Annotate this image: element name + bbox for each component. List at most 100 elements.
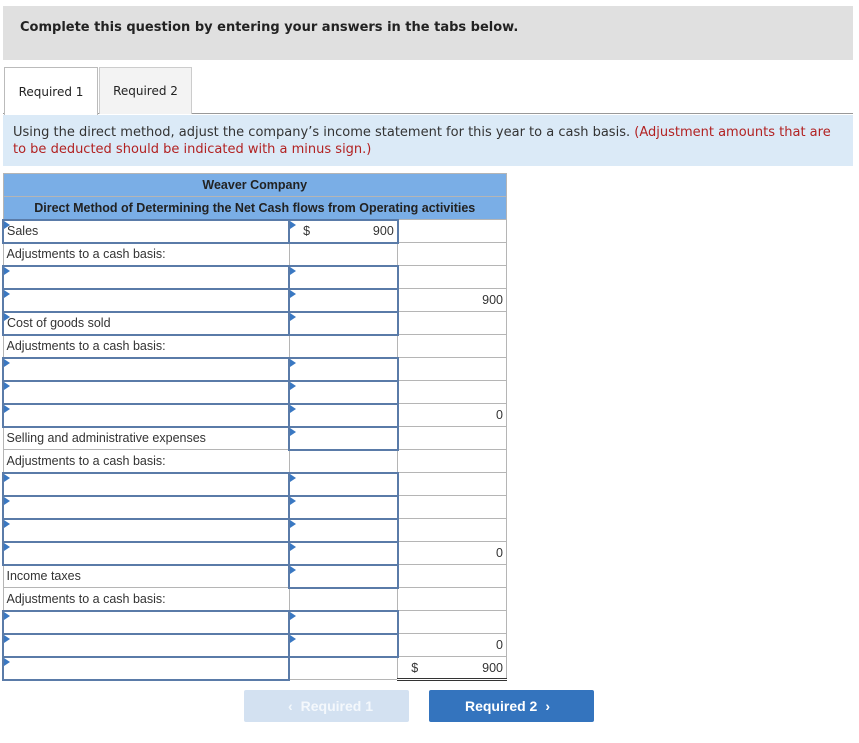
cogs-amount-field[interactable]	[288, 310, 399, 336]
adjustment-label-field[interactable]	[1, 540, 291, 566]
sales-label-field[interactable]: Sales	[1, 218, 291, 244]
dropdown-indicator-icon	[290, 611, 297, 620]
table-row	[1, 517, 507, 543]
adjustment-amount-field[interactable]	[288, 632, 399, 658]
dropdown-indicator-icon	[290, 312, 297, 321]
question-instructions: Using the direct method, adjust the comp…	[3, 115, 853, 166]
statement-title: Direct Method of Determining the Net Cas…	[2, 196, 507, 220]
adjustment-amount-field[interactable]	[288, 609, 399, 635]
taxes-label: Income taxes	[2, 564, 290, 588]
adjustment-label-field[interactable]	[1, 609, 291, 635]
dropdown-indicator-icon	[4, 657, 10, 666]
dropdown-indicator-icon	[4, 289, 10, 298]
net-cash-total: $900	[397, 656, 507, 681]
sga-subtotal: 0	[397, 541, 507, 565]
adjustment-amount-field[interactable]	[288, 287, 399, 313]
table-row: Income taxes	[2, 563, 507, 589]
instructions-main: Using the direct method, adjust the comp…	[13, 125, 631, 140]
sga-label: Selling and administrative expenses	[2, 426, 290, 450]
dropdown-indicator-icon	[290, 266, 297, 275]
next-required-button[interactable]: Required 2 ›	[429, 690, 594, 722]
table-row: Sales $900	[1, 218, 507, 244]
table-row: Selling and administrative expenses	[2, 425, 507, 451]
chevron-left-icon: ‹	[287, 698, 293, 714]
dropdown-indicator-icon	[290, 496, 297, 505]
table-row: Adjustments to a cash basis:	[2, 449, 507, 473]
table-row	[1, 494, 507, 520]
dropdown-indicator-icon	[4, 266, 10, 275]
tab-required-2[interactable]: Required 2	[99, 67, 192, 114]
adjustments-label: Adjustments to a cash basis:	[2, 587, 290, 611]
table-row: Adjustments to a cash basis:	[2, 242, 507, 266]
dropdown-indicator-icon	[290, 220, 297, 229]
adjustment-label-field[interactable]	[1, 517, 291, 543]
dropdown-indicator-icon	[4, 496, 10, 505]
prev-required-button[interactable]: ‹ Required 1	[244, 690, 409, 722]
dropdown-indicator-icon	[290, 634, 297, 643]
adjustment-label-field[interactable]	[1, 402, 291, 428]
dropdown-indicator-icon	[4, 312, 10, 321]
dropdown-indicator-icon	[290, 404, 297, 413]
adjustment-amount-field[interactable]	[288, 264, 399, 290]
instructions-banner: Complete this question by entering your …	[3, 6, 853, 60]
adjustment-label-field[interactable]	[1, 379, 291, 405]
adjustment-amount-field[interactable]	[288, 540, 399, 566]
dropdown-indicator-icon	[4, 473, 10, 482]
adjustment-label-field[interactable]	[1, 494, 291, 520]
dropdown-indicator-icon	[290, 381, 297, 390]
dropdown-indicator-icon	[4, 220, 10, 229]
adjustment-amount-field[interactable]	[288, 402, 399, 428]
adjustment-amount-field[interactable]	[288, 517, 399, 543]
table-row: 0	[1, 540, 507, 566]
adjustment-amount-field[interactable]	[288, 356, 399, 382]
dropdown-indicator-icon	[4, 634, 10, 643]
dropdown-indicator-icon	[4, 542, 10, 551]
adjustment-amount-field[interactable]	[288, 494, 399, 520]
tab-required-1[interactable]: Required 1	[4, 67, 98, 115]
dropdown-indicator-icon	[4, 358, 10, 367]
table-row: Adjustments to a cash basis:	[2, 587, 507, 611]
adjustment-label-field[interactable]	[1, 471, 291, 497]
adjustment-label-field[interactable]	[1, 632, 291, 658]
adjustments-label: Adjustments to a cash basis:	[2, 242, 290, 266]
adjustment-label-field[interactable]	[1, 356, 291, 382]
dropdown-indicator-icon	[290, 542, 297, 551]
adjustment-label-field[interactable]	[1, 287, 291, 313]
adjustments-label: Adjustments to a cash basis:	[2, 334, 290, 358]
dropdown-indicator-icon	[4, 404, 10, 413]
sales-amount-field[interactable]: $900	[288, 218, 399, 244]
sga-amount-field[interactable]	[288, 425, 399, 451]
cash-flow-statement: Weaver Company Direct Method of Determin…	[1, 173, 507, 681]
dropdown-indicator-icon	[290, 289, 297, 298]
dropdown-indicator-icon	[290, 565, 297, 574]
table-row	[1, 609, 507, 635]
taxes-subtotal: 0	[397, 633, 507, 657]
table-row	[1, 471, 507, 497]
dropdown-indicator-icon	[4, 611, 10, 620]
dropdown-indicator-icon	[4, 381, 10, 390]
table-row: 0	[1, 402, 507, 428]
adjustments-label: Adjustments to a cash basis:	[2, 449, 290, 473]
dropdown-indicator-icon	[290, 473, 297, 482]
chevron-right-icon: ›	[545, 698, 551, 714]
dropdown-indicator-icon	[290, 519, 297, 528]
banner-text: Complete this question by entering your …	[20, 20, 519, 35]
dropdown-indicator-icon	[4, 519, 10, 528]
taxes-amount-field[interactable]	[288, 563, 399, 589]
table-row: $900	[1, 655, 507, 681]
cogs-label-field[interactable]: Cost of goods sold	[1, 310, 291, 336]
dropdown-indicator-icon	[290, 427, 297, 436]
cogs-subtotal: 0	[397, 403, 507, 427]
table-row: Cost of goods sold	[1, 310, 507, 336]
dropdown-indicator-icon	[290, 358, 297, 367]
adjustment-label-field[interactable]	[1, 264, 291, 290]
table-row	[1, 264, 507, 290]
sales-subtotal: 900	[397, 288, 507, 312]
adjustment-amount-field[interactable]	[288, 379, 399, 405]
table-row: 0	[1, 632, 507, 658]
adjustment-amount-field[interactable]	[288, 471, 399, 497]
table-row: Adjustments to a cash basis:	[2, 334, 507, 358]
table-row	[1, 356, 507, 382]
tab-bar: Required 1 Required 2	[3, 67, 853, 115]
net-cash-label-field[interactable]	[1, 655, 291, 681]
